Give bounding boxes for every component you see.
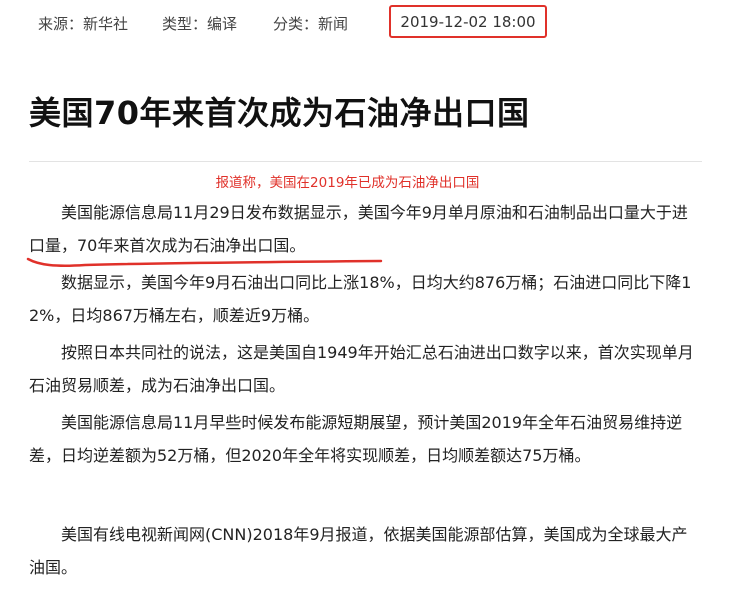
meta-category: 分类：新闻	[273, 15, 349, 33]
article-paragraph-2: 数据显示，美国今年9月石油出口同比上涨18%，日均大约876万桶；石油进口同比下…	[29, 273, 692, 325]
article-paragraph-3: 按照日本共同社的说法，这是美国自1949年开始汇总石油进出口数字以来，首次实现单…	[29, 343, 694, 395]
article-title: 美国70年来首次成为石油净出口国	[29, 94, 530, 132]
title-divider	[29, 161, 702, 162]
red-hand-underline	[26, 257, 383, 267]
meta-source: 来源：新华社	[38, 15, 129, 33]
meta-datetime-highlighted: 2019-12-02 18:00	[389, 5, 547, 38]
image-caption: 报道称，美国在2019年已成为石油净出口国	[215, 175, 480, 191]
article-paragraph-4: 美国能源信息局11月早些时候发布能源短期展望，预计美国2019年全年石油贸易维持…	[29, 413, 683, 465]
article-paragraph-5: 美国有线电视新闻网(CNN)2018年9月报道，依据美国能源部估算，美国成为全球…	[29, 525, 688, 577]
meta-type: 类型：编译	[162, 15, 238, 33]
article-meta-bar: 来源：新华社 类型：编译 分类：新闻 2019-12-02 18:00	[0, 0, 733, 44]
